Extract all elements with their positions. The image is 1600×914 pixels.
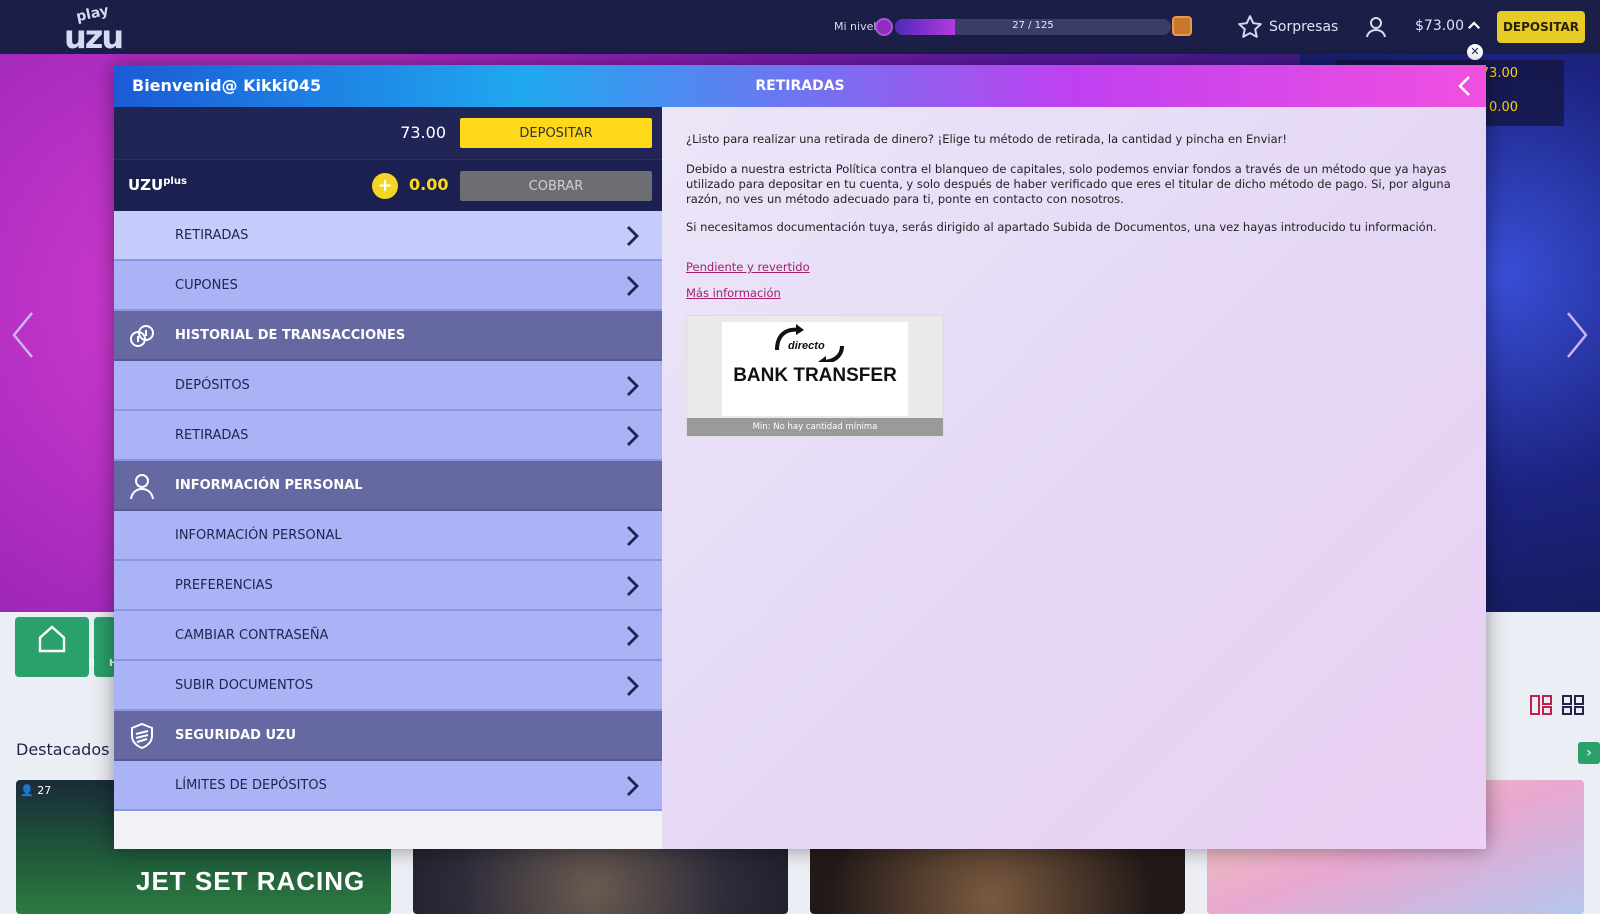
menu-label: PREFERENCIAS [175,578,273,593]
menu-label: INFORMACIÓN PERSONAL [175,528,342,543]
logo-uzu-text: uzu [64,18,124,56]
menu-section-header: SEGURIDAD UZU [114,711,662,761]
chevron-right-icon [622,224,642,248]
layout-grid-icon[interactable] [1562,695,1584,715]
level-progress-text: 27 / 125 [1012,20,1054,31]
players-count: 27 [37,784,52,797]
min-amount-label: Min: No hay cantidad mínima [687,418,943,436]
uzu-plus-value: 0.00 [409,175,449,194]
menu-label: INFORMACIÓN PERSONAL [175,478,363,493]
star-icon [1238,15,1262,38]
chevron-right-icon [622,374,642,398]
top-deposit-button[interactable]: DEPOSITAR [1497,11,1585,43]
menu-section-header: INFORMACIÓN PERSONAL [114,461,662,511]
account-modal: Bienvenid@ Kikki045 RETIRADAS 73.00 DEPO… [114,65,1486,849]
pending-reverted-link[interactable]: Pendiente y revertido [686,260,810,274]
chevron-right-icon [622,674,642,698]
bank-transfer-text: BANK TRANSFER [733,365,897,386]
modal-header: Bienvenid@ Kikki045 RETIRADAS [114,65,1486,107]
menu-item[interactable]: DEPÓSITOS [114,361,662,411]
policy-text: Debido a nuestra estricta Política contr… [686,162,1451,206]
level-progress-bar: 27 / 125 [895,19,1171,35]
menu-label: HISTORIAL DE TRANSACCIONES [175,328,406,343]
coin-plus-icon: + [372,173,398,199]
bank-transfer-logo: directo BANK TRANSFER [722,322,908,416]
uzu-label-main: UZU [128,176,164,194]
layout-toggle[interactable] [1530,695,1584,715]
modal-title: RETIRADAS [755,78,845,94]
chevron-right-icon [622,574,642,598]
menu-item[interactable]: PREFERENCIAS [114,561,662,611]
playuzu-logo[interactable]: play uzu [64,3,124,56]
chevron-right-icon [622,274,642,298]
surprises-button[interactable]: Sorpresas [1237,14,1338,40]
menu-label: DEPÓSITOS [175,378,250,393]
user-icon [128,472,156,500]
chevron-right-icon [622,774,642,798]
nav-tile-home[interactable]: INICIO [15,617,124,677]
featured-next-icon[interactable]: › [1578,742,1600,764]
uzu-plus-row: UZUplus + 0.00 COBRAR [114,159,662,211]
menu-label: CAMBIAR CONTRASEÑA [175,628,329,643]
carousel-next-icon[interactable] [1564,310,1590,360]
intro-text: ¿Listo para realizar una retirada de din… [686,132,1287,146]
chevron-right-icon [622,624,642,648]
gift-icon[interactable] [1172,16,1192,36]
close-icon[interactable]: ✕ [1467,44,1483,60]
top-bar: play uzu Mi nivel 27 / 125 Sorpresas $73… [0,0,1600,56]
menu-item[interactable]: RETIRADAS [114,411,662,461]
balance-display[interactable]: $73.00 [1415,18,1464,34]
uzu-plus-label: UZUplus [128,176,187,194]
back-chevron-icon[interactable] [1452,73,1478,99]
balance-row: 73.00 DEPOSITAR [114,107,662,159]
level-badge-icon [875,18,893,36]
collect-button[interactable]: COBRAR [460,171,652,201]
level-label: Mi nivel [834,20,877,33]
menu-label: LÍMITES DE DEPÓSITOS [175,778,327,793]
documents-text: Si necesitamos documentación tuya, serás… [686,220,1437,234]
menu-item[interactable]: SUBIR DOCUMENTOS [114,661,662,711]
game-title: JET SET RACING [136,866,366,896]
home-icon [38,625,66,653]
carousel-prev-icon[interactable] [10,310,36,360]
menu-item[interactable]: CUPONES [114,261,662,311]
more-info-link[interactable]: Más información [686,286,781,300]
menu-item[interactable]: INFORMACIÓN PERSONAL [114,511,662,561]
menu-label: RETIRADAS [175,428,249,443]
menu-item[interactable]: LÍMITES DE DEPÓSITOS [114,761,662,811]
menu-label: CUPONES [175,278,238,293]
deposit-button[interactable]: DEPOSITAR [460,118,652,148]
menu-section-header: HISTORIAL DE TRANSACCIONES [114,311,662,361]
players-badge: 👤 27 [20,784,52,797]
account-user-icon[interactable] [1364,15,1388,39]
chevron-right-icon [622,524,642,548]
directo-text: directo [788,340,825,352]
uzu-label-sup: plus [163,176,187,187]
surprises-label: Sorpresas [1269,19,1339,35]
layout-list-icon[interactable] [1530,695,1552,715]
coins-icon [128,322,156,350]
bank-transfer-method[interactable]: directo BANK TRANSFER Min: No hay cantid… [686,315,944,437]
menu-label: RETIRADAS [175,228,249,243]
menu-label: SEGURIDAD UZU [175,728,297,743]
menu-item[interactable]: RETIRADAS [114,211,662,261]
chevron-up-icon[interactable] [1465,17,1483,35]
account-menu: RETIRADAS CUPONES HISTORIAL DE TRANSACCION… [114,211,662,811]
withdrawal-content: ¿Listo para realizar una retirada de din… [662,107,1486,849]
menu-label: SUBIR DOCUMENTOS [175,678,314,693]
balance-value: 73.00 [400,123,446,142]
shield-icon [128,722,156,750]
chevron-right-icon [622,424,642,448]
featured-heading: Destacados [16,740,110,759]
nav-tile-second[interactable]: HO [94,617,116,677]
account-sidebar: 73.00 DEPOSITAR UZUplus + 0.00 COBRAR RE… [114,107,662,849]
menu-item[interactable]: CAMBIAR CONTRASEÑA [114,611,662,661]
